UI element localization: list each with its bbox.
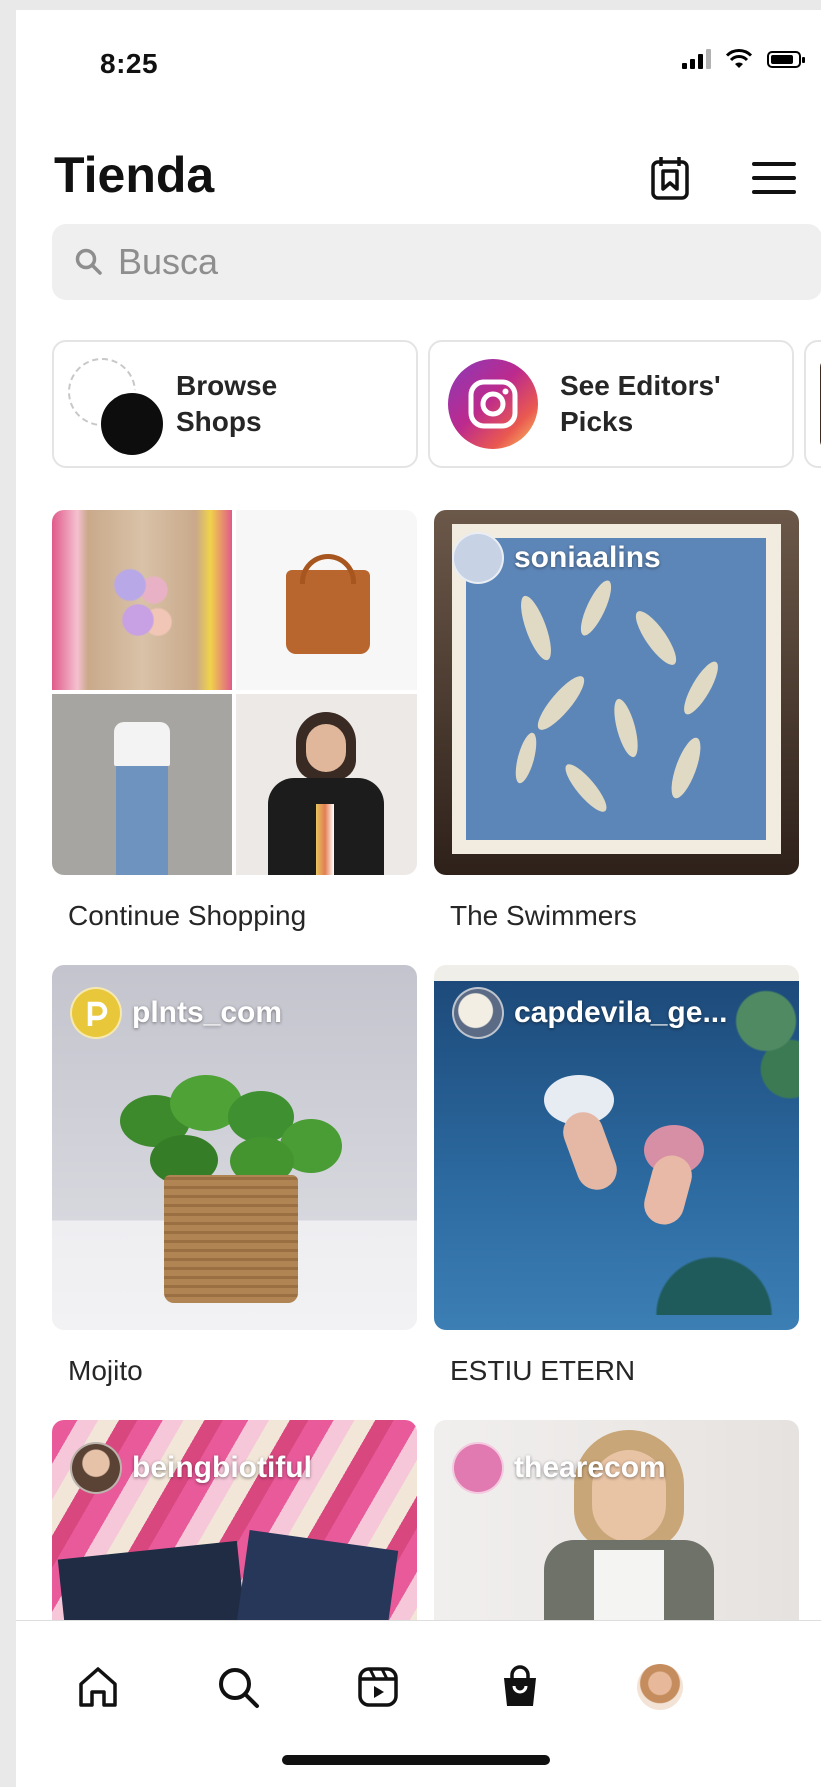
shop-avatar [98, 390, 166, 458]
product-title: The Swimmers [450, 900, 637, 931]
app-screen: 8:25 Tienda Busca Browse Shops See Edito… [16, 10, 821, 1787]
tab-shop[interactable] [490, 1657, 550, 1717]
chip-label: See Editors' Picks [560, 370, 721, 437]
crystals-image [52, 510, 232, 690]
collage-image [52, 510, 417, 875]
shops-avatar-stack [66, 354, 176, 458]
menu-button[interactable] [746, 150, 802, 206]
plant-leaves [120, 1075, 350, 1185]
bookmark-calendar-icon [651, 157, 689, 200]
product-title: Mojito [68, 1355, 143, 1386]
status-icons [682, 48, 805, 70]
user-avatar [452, 987, 504, 1039]
battery-icon [767, 50, 805, 68]
model-image: thearecom [434, 1420, 799, 1620]
card-user: capdevila_ge... [452, 987, 727, 1039]
search-bar[interactable] [52, 224, 821, 300]
page-header: Tienda [16, 128, 821, 208]
hamburger-menu-icon [752, 162, 796, 194]
tshirt-model-image [236, 694, 417, 875]
wifi-icon [725, 49, 753, 68]
reels-icon [358, 1667, 398, 1707]
search-input[interactable] [116, 240, 720, 284]
product-title: ESTIU ETERN [450, 1355, 636, 1386]
editors-picks-chip[interactable]: See Editors' Picks [428, 340, 794, 468]
search-icon [219, 1668, 259, 1708]
page-title: Tienda [54, 147, 215, 203]
username: soniaalins [514, 541, 661, 574]
chip-label: Browse Shops [176, 370, 278, 437]
tab-reels[interactable] [348, 1657, 408, 1717]
shop-icon [504, 1665, 536, 1706]
dancers [544, 1075, 704, 1229]
card-user: beingbiotiful [70, 1442, 312, 1494]
search-icon [75, 248, 102, 275]
book-image: beingbiotiful [52, 1420, 417, 1620]
shortcut-chips: Browse Shops See Editors' Picks [52, 340, 821, 470]
home-icon [79, 1667, 117, 1707]
saved-collection-button[interactable] [642, 150, 698, 206]
plant-pot [164, 1175, 298, 1303]
product-title: Continue Shopping [68, 900, 307, 931]
leather-bag-image [236, 510, 417, 690]
jeans-outfit-image [52, 694, 232, 875]
artwork-image: soniaalins [434, 510, 799, 875]
username: plnts_com [132, 996, 283, 1029]
card-user: thearecom [452, 1442, 666, 1494]
book-cover [235, 1530, 399, 1620]
user-avatar [70, 1442, 122, 1494]
book-cover [57, 1540, 247, 1620]
card-user: plnts_com [70, 987, 282, 1039]
instagram-logo-icon [448, 359, 538, 449]
plant-image: plnts_com [52, 965, 417, 1330]
username: beingbiotiful [132, 1451, 312, 1484]
username: capdevila_ge... [514, 996, 728, 1029]
browse-shops-chip[interactable]: Browse Shops [52, 340, 418, 468]
illustration-image: capdevila_ge... [434, 965, 799, 1330]
user-avatar [452, 532, 504, 584]
user-avatar [70, 987, 122, 1039]
tab-home[interactable] [68, 1657, 128, 1717]
card-user: soniaalins [452, 532, 661, 584]
profile-avatar [637, 1664, 683, 1710]
user-avatar [452, 1442, 504, 1494]
signal-icon [682, 49, 711, 69]
more-chip[interactable] [804, 340, 821, 468]
status-bar: 8:25 [16, 10, 821, 110]
username: thearecom [514, 1451, 666, 1484]
tab-search[interactable] [208, 1657, 268, 1717]
status-time: 8:25 [100, 48, 159, 79]
home-indicator [282, 1755, 550, 1765]
bottom-tab-bar [16, 1620, 821, 1787]
tab-profile[interactable] [630, 1657, 690, 1717]
